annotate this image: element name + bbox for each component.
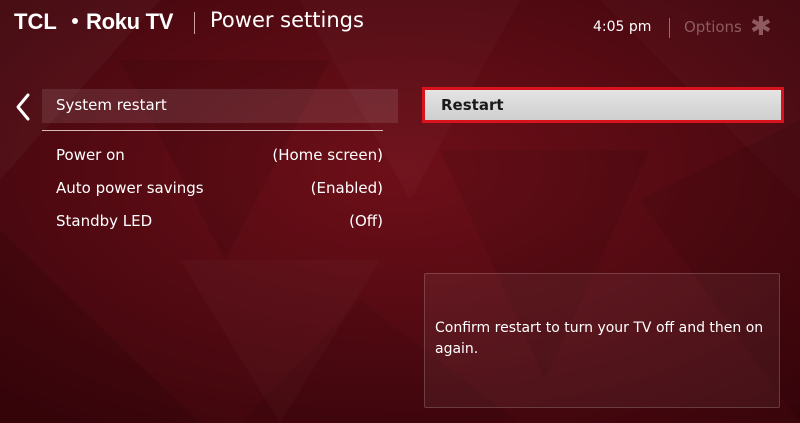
menu-item-power-on[interactable]: Power on (Home screen): [42, 146, 383, 170]
menu-item-label: Standby LED: [56, 212, 153, 230]
info-text: Confirm restart to turn your TV off and …: [435, 320, 764, 357]
brand-tcl: TCL: [14, 9, 57, 34]
menu-item-label: Power on: [56, 146, 125, 164]
header-bar: TCL Roku TV Power settings 4:05 pm Optio…: [0, 0, 800, 50]
menu-item-value: (Off): [349, 212, 383, 230]
header-divider-right: [669, 18, 670, 38]
menu-item-label: System restart: [56, 96, 167, 114]
options-label: Options: [684, 18, 742, 36]
page-title: Power settings: [210, 8, 364, 32]
clock: 4:05 pm: [593, 19, 652, 35]
menu-item-label: Auto power savings: [56, 179, 204, 197]
brand-dot: [72, 18, 78, 24]
menu-item-auto-power-savings[interactable]: Auto power savings (Enabled): [42, 179, 383, 203]
menu-item-value: (Home screen): [272, 146, 383, 164]
info-panel: Confirm restart to turn your TV off and …: [424, 273, 780, 408]
asterisk-icon: ✱: [750, 12, 772, 42]
menu-item-value: (Enabled): [310, 179, 383, 197]
chevron-left-icon[interactable]: [14, 92, 32, 122]
menu-item-standby-led[interactable]: Standby LED (Off): [42, 212, 383, 236]
header-divider: [194, 12, 195, 34]
menu-item-system-restart[interactable]: System restart: [42, 89, 398, 123]
brand-roku-tv: Roku TV: [86, 9, 174, 34]
restart-button[interactable]: Restart: [422, 87, 784, 123]
restart-button-label: Restart: [441, 96, 504, 114]
menu-divider: [42, 130, 383, 131]
